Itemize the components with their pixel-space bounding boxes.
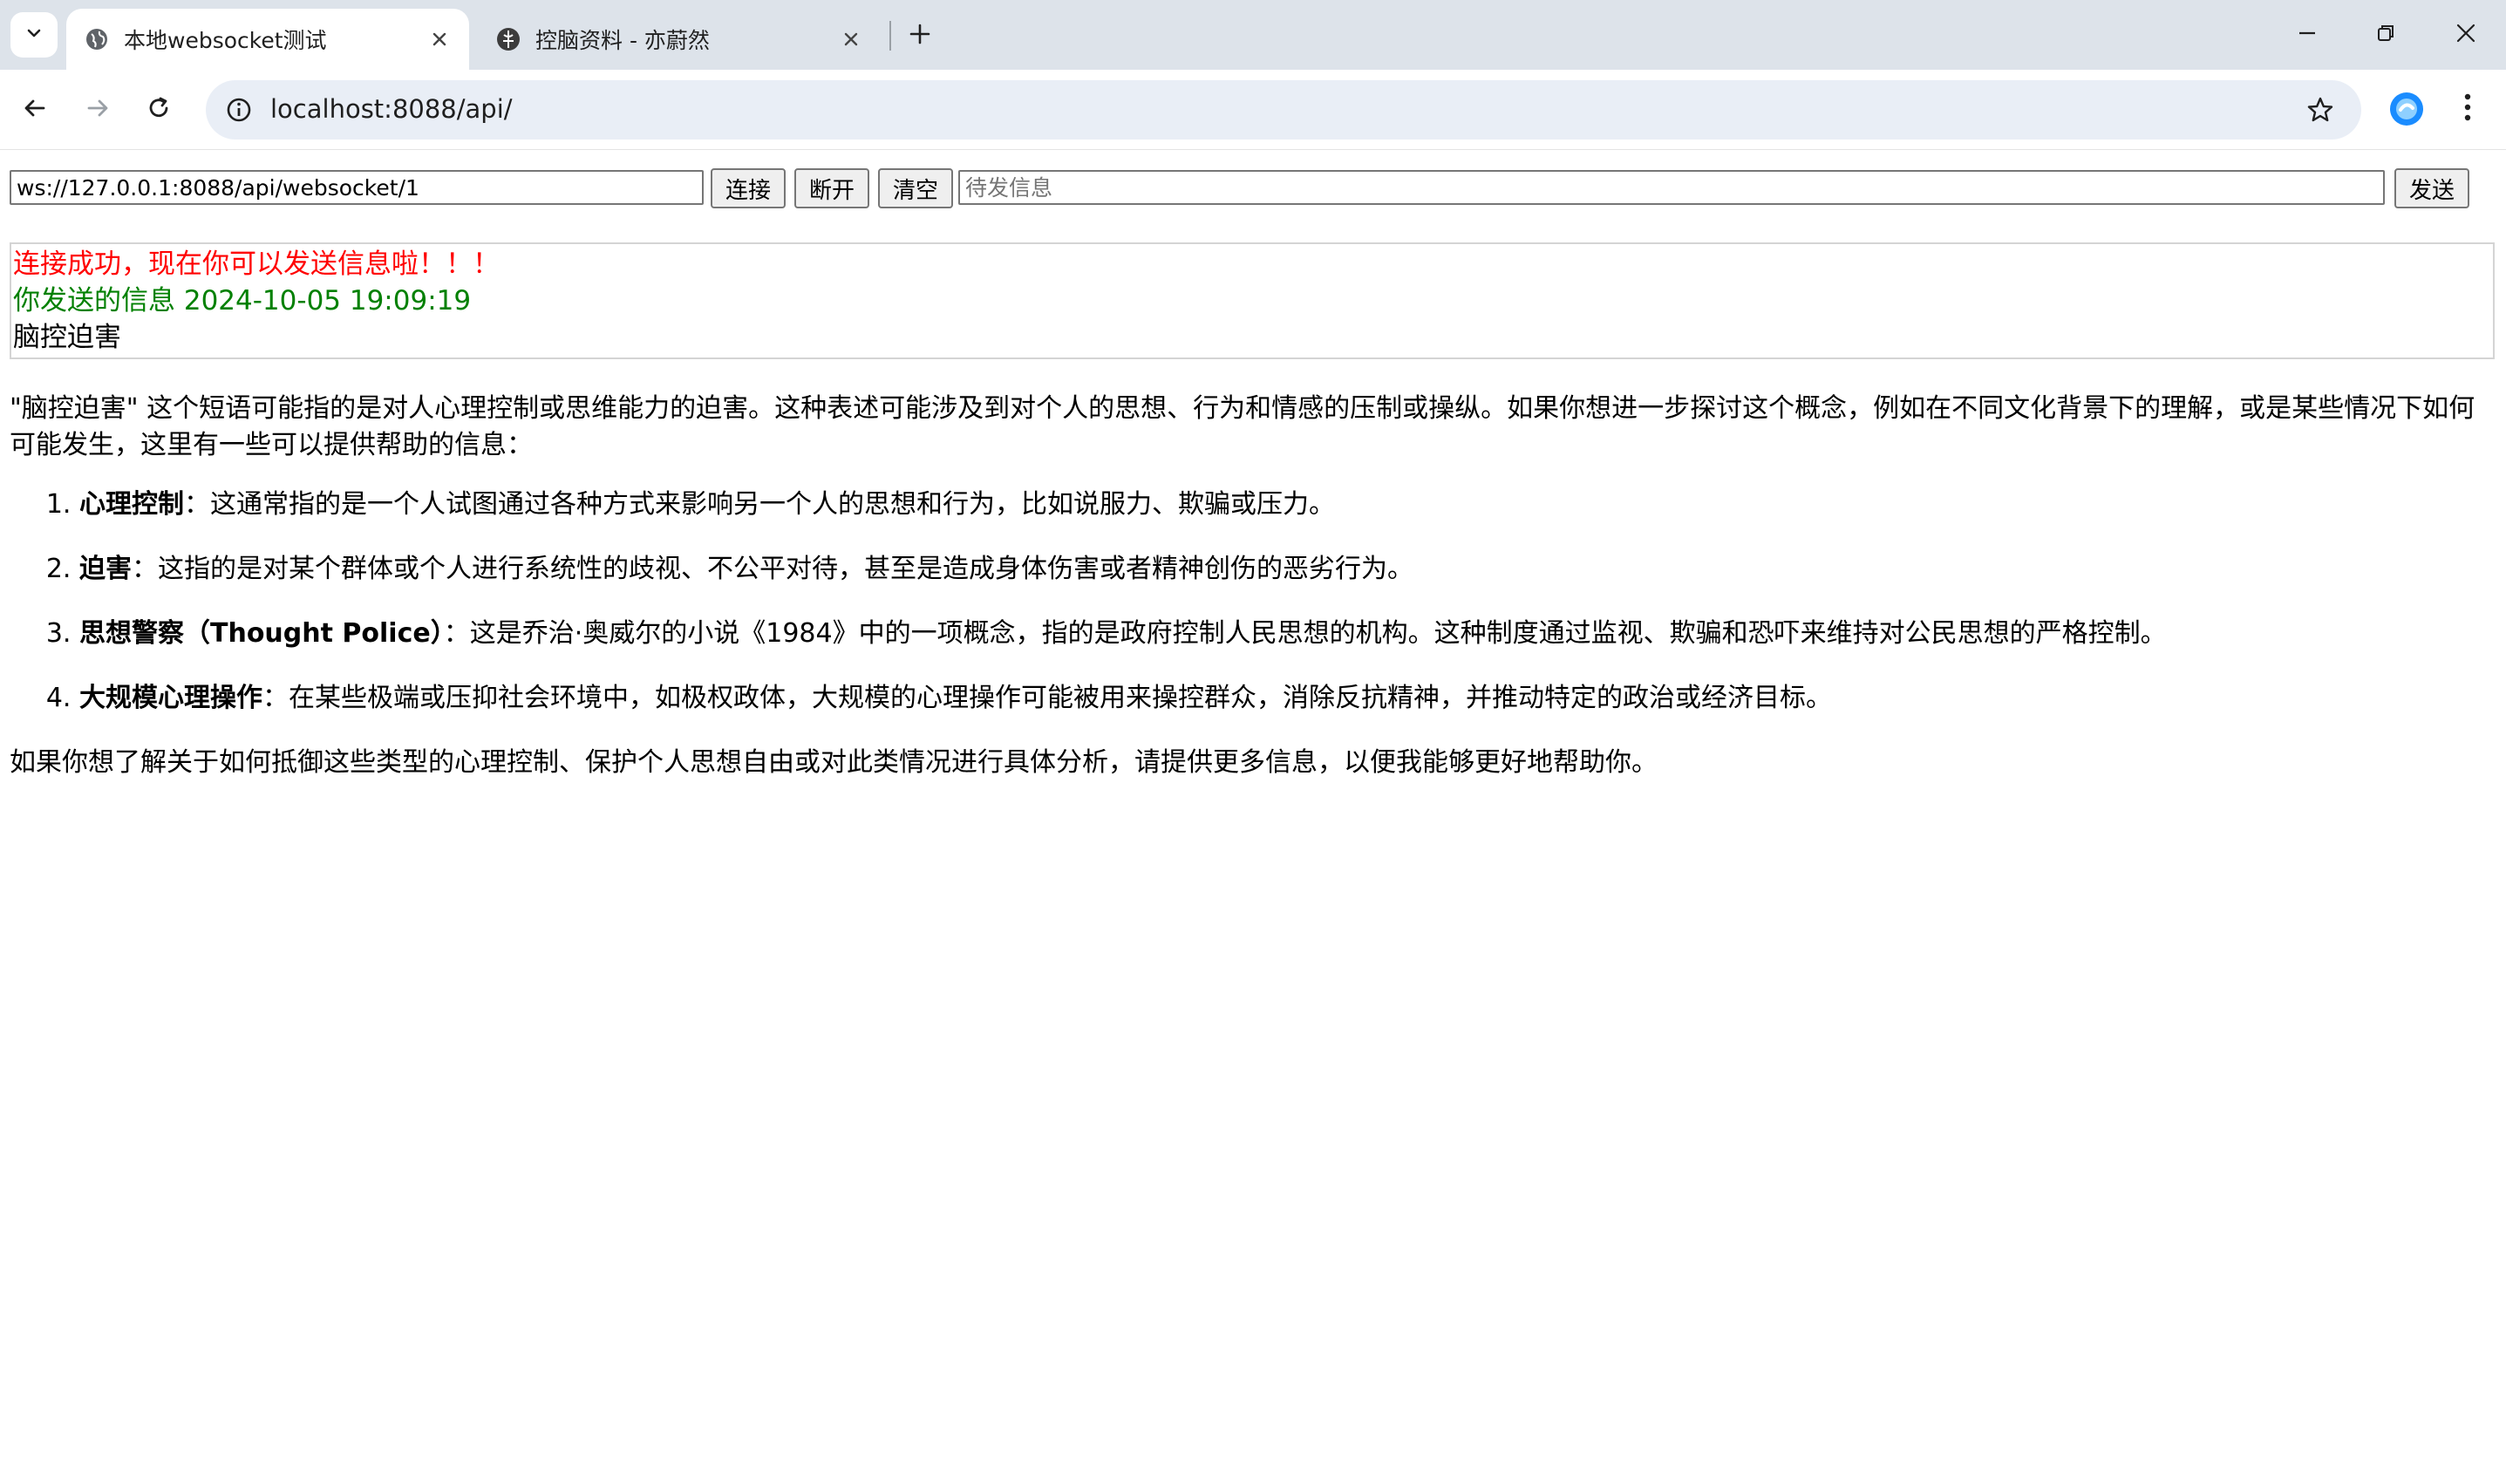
connect-button[interactable]: 连接 xyxy=(711,168,786,208)
browser-menu-button[interactable] xyxy=(2448,87,2487,131)
reply-intro: "脑控迫害" 这个短语可能指的是对人心理控制或思维能力的迫害。这种表述可能涉及到… xyxy=(10,393,2475,460)
close-icon xyxy=(2455,23,2476,47)
address-text: localhost:8088/api/ xyxy=(270,94,513,124)
reload-button[interactable] xyxy=(136,87,181,133)
tab-strip: 本地websocket测试 控脑资料 - 亦蔚然 xyxy=(0,0,2506,70)
globe-icon xyxy=(82,24,112,54)
back-button[interactable] xyxy=(12,87,58,133)
disconnect-button[interactable]: 断开 xyxy=(794,168,869,208)
address-bar[interactable]: localhost:8088/api/ xyxy=(206,80,2361,140)
tab-brain-control[interactable]: 控脑资料 - 亦蔚然 xyxy=(478,9,881,70)
more-vertical-icon xyxy=(2463,92,2472,126)
close-window-button[interactable] xyxy=(2440,10,2492,59)
list-item-term: 大规模心理操作 xyxy=(79,683,262,713)
tab-title: 控脑资料 - 亦蔚然 xyxy=(535,28,710,53)
list-item-text: 这是乔治·奥威尔的小说《1984》中的一项概念，指的是政府控制人民思想的机构。这… xyxy=(469,618,2167,649)
list-item-separator: ： xyxy=(443,618,470,649)
plus-icon xyxy=(909,23,931,49)
tab-search-button[interactable] xyxy=(10,12,58,58)
sent-message-text: 脑控迫害 xyxy=(13,322,121,353)
list-item-term: 心理控制 xyxy=(79,489,184,520)
websocket-controls: 连接 断开 清空 发送 xyxy=(10,167,2496,208)
sent-message-header: 你发送的信息 2024-10-05 19:09:19 xyxy=(13,285,472,317)
chevron-down-icon xyxy=(24,24,44,46)
arrow-left-icon xyxy=(22,95,48,125)
close-tab-icon[interactable] xyxy=(424,24,455,55)
forward-button[interactable] xyxy=(75,87,120,133)
message-input[interactable] xyxy=(958,170,2385,205)
new-tab-button[interactable] xyxy=(902,17,938,54)
list-item-term: 迫害 xyxy=(79,554,132,584)
reply-content: "脑控迫害" 这个短语可能指的是对人心理控制或思维能力的迫害。这种表述可能涉及到… xyxy=(10,391,2496,781)
send-button[interactable]: 发送 xyxy=(2394,168,2469,208)
connected-status: 连接成功，现在你可以发送信息啦！！！ xyxy=(13,248,500,280)
tab-title: 本地websocket测试 xyxy=(124,28,327,53)
websocket-url-input[interactable] xyxy=(10,170,704,205)
browser-toolbar: localhost:8088/api/ xyxy=(0,70,2506,150)
close-tab-icon[interactable] xyxy=(835,24,867,55)
list-item-text: 这指的是对某个群体或个人进行系统性的歧视、不公平对待，甚至是造成身体伤害或者精神… xyxy=(158,554,1413,584)
tab-websocket-test[interactable]: 本地websocket测试 xyxy=(66,9,469,70)
site-info-icon[interactable] xyxy=(220,91,258,129)
message-log: 连接成功，现在你可以发送信息啦！！！ 你发送的信息 2024-10-05 19:… xyxy=(10,242,2495,359)
clear-button[interactable]: 清空 xyxy=(878,168,953,208)
list-item: 思想警察（Thought Police）：这是乔治·奥威尔的小说《1984》中的… xyxy=(79,616,2496,652)
list-item-separator: ： xyxy=(132,554,158,584)
list-item-term: 思想警察（Thought Police） xyxy=(79,618,444,649)
list-item: 迫害：这指的是对某个群体或个人进行系统性的歧视、不公平对待，甚至是造成身体伤害或… xyxy=(79,551,2496,588)
list-item: 大规模心理操作：在某些极端或压抑社会环境中，如极权政体，大规模的心理操作可能被用… xyxy=(79,680,2496,717)
bookmark-star-icon[interactable] xyxy=(2302,92,2339,128)
reload-icon xyxy=(146,95,172,125)
reply-list: 心理控制：这通常指的是一个人试图通过各种方式来影响另一个人的思想和行为，比如说服… xyxy=(10,487,2496,717)
minimize-icon xyxy=(2297,23,2318,47)
list-item-text: 在某些极端或压抑社会环境中，如极权政体，大规模的心理操作可能被用来操控群众，消除… xyxy=(289,683,1832,713)
list-item-separator: ： xyxy=(262,683,289,713)
list-item-separator: ： xyxy=(184,489,210,520)
list-item: 心理控制：这通常指的是一个人试图通过各种方式来影响另一个人的思想和行为，比如说服… xyxy=(79,487,2496,523)
list-item-text: 这通常指的是一个人试图通过各种方式来影响另一个人的思想和行为，比如说服力、欺骗或… xyxy=(210,489,1335,520)
arrow-right-icon xyxy=(85,95,111,125)
restore-button[interactable] xyxy=(2360,10,2412,59)
restore-icon xyxy=(2375,23,2396,47)
site-favicon-icon xyxy=(494,24,523,54)
tab-separator xyxy=(889,21,891,51)
minimize-button[interactable] xyxy=(2281,10,2333,59)
reply-outro: 如果你想了解关于如何抵御这些类型的心理控制、保护个人思想自由或对此类情况进行具体… xyxy=(10,747,1658,778)
extension-icon[interactable] xyxy=(2387,90,2426,128)
